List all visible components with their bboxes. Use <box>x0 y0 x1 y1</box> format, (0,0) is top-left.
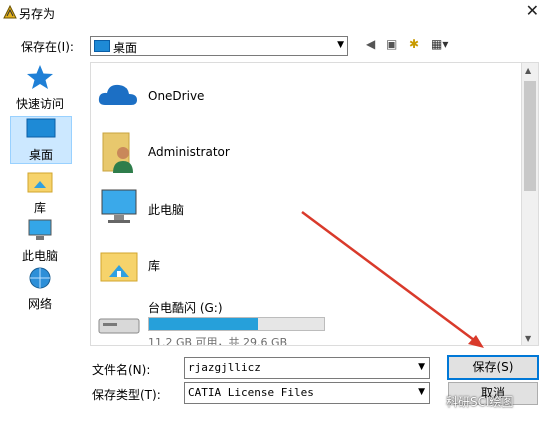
watermark-text: 科研SCI绘图 <box>446 395 514 409</box>
annotation-arrow <box>301 210 484 348</box>
